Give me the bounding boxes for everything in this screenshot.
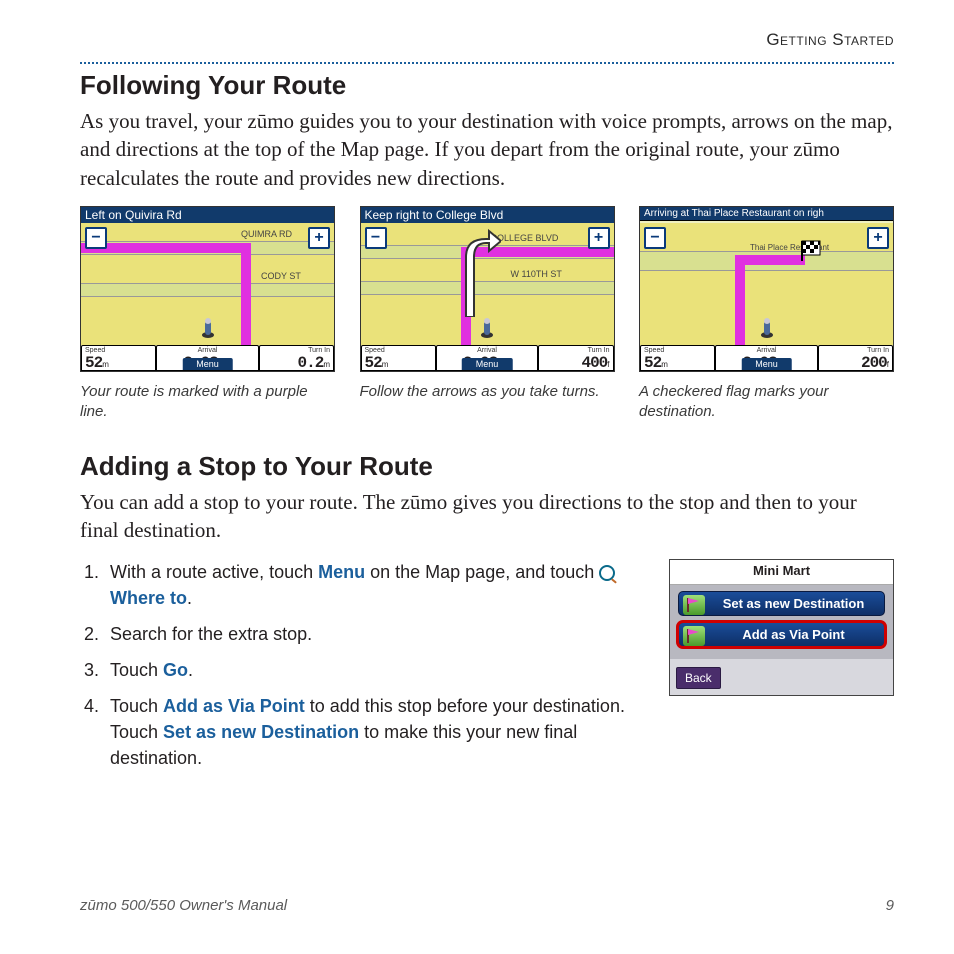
vehicle-icon	[199, 317, 217, 341]
speed-label: Speed	[85, 347, 152, 354]
arrival-readout[interactable]: Arrival 2:03P M Menu	[156, 345, 258, 371]
direction-banner: Arriving at Thai Place Restaurant on rig…	[640, 207, 893, 221]
screenshot-col-3: Arriving at Thai Place Restaurant on rig…	[639, 206, 894, 421]
menu-button[interactable]: Menu	[182, 358, 233, 370]
speed-readout[interactable]: Speed 52m	[81, 345, 156, 371]
zoom-in-button[interactable]: +	[867, 227, 889, 249]
keyword-menu: Menu	[318, 562, 365, 582]
map-screenshot-2: Keep right to College Blvd COLLEGE BLVD …	[360, 206, 615, 372]
vehicle-icon	[478, 317, 496, 341]
direction-banner: Keep right to College Blvd	[361, 207, 614, 224]
keyword-go: Go	[163, 660, 188, 680]
set-destination-button[interactable]: Set as new Destination	[678, 591, 885, 616]
turn-arrow-icon	[441, 227, 501, 317]
button-label: Add as Via Point	[742, 627, 844, 642]
screenshot-row: Left on Quivira Rd QUIMRA RD CODY ST − +…	[80, 206, 894, 421]
caption-2: Follow the arrows as you take turns.	[360, 382, 615, 402]
speed-unit: m	[661, 360, 668, 369]
popup-screenshot: Mini Mart Set as new Destination Add as …	[669, 559, 894, 696]
step-1: With a route active, touch Menu on the M…	[104, 559, 649, 611]
menu-button[interactable]: Menu	[741, 358, 792, 370]
button-label: Set as new Destination	[723, 596, 865, 611]
arrival-readout[interactable]: Arrival 2:03P M Menu	[715, 345, 817, 371]
manual-title: zūmo 500/550 Owner's Manual	[80, 897, 287, 914]
speed-value: 52	[85, 354, 102, 372]
add-via-point-button[interactable]: Add as Via Point	[678, 622, 885, 647]
body-paragraph-1: As you travel, your zūmo guides you to y…	[80, 107, 894, 192]
screenshot-col-2: Keep right to College Blvd COLLEGE BLVD …	[360, 206, 615, 421]
road-label: W 110TH ST	[511, 269, 562, 279]
direction-banner: Left on Quivira Rd	[81, 207, 334, 224]
heading-adding-stop: Adding a Stop to Your Route	[80, 451, 894, 482]
turn-value: 0.2	[298, 354, 324, 372]
arrival-label: Arrival	[160, 347, 254, 354]
turn-readout[interactable]: Turn In 0.2m	[259, 345, 334, 371]
road-label: CODY ST	[261, 271, 301, 281]
road-label: COLLEGE BLVD	[491, 233, 559, 243]
turn-label: Turn In	[542, 347, 609, 354]
turn-unit: m	[323, 360, 330, 369]
divider	[80, 62, 894, 64]
steps-list: With a route active, touch Menu on the M…	[104, 559, 649, 772]
step-text: With a route active, touch	[110, 562, 318, 582]
step-text: .	[187, 588, 192, 608]
heading-following-route: Following Your Route	[80, 70, 894, 101]
zoom-out-button[interactable]: −	[644, 227, 666, 249]
vehicle-icon	[758, 317, 776, 341]
step-4: Touch Add as Via Point to add this stop …	[104, 693, 649, 771]
flag-green-icon	[683, 595, 705, 615]
speed-readout[interactable]: Speed 52m	[640, 345, 715, 371]
step-text: Touch	[110, 660, 163, 680]
turn-unit: f	[887, 360, 889, 369]
zoom-out-button[interactable]: −	[365, 227, 387, 249]
step-text: on the Map page, and touch	[365, 562, 599, 582]
caption-1: Your route is marked with a purple line.	[80, 382, 335, 421]
turn-label: Turn In	[822, 347, 889, 354]
turn-readout[interactable]: Turn In 200f	[818, 345, 893, 371]
flag-green-icon	[683, 626, 705, 646]
keyword-via-point: Add as Via Point	[163, 696, 305, 716]
caption-3: A checkered flag marks your destination.	[639, 382, 894, 421]
zoom-in-button[interactable]: +	[588, 227, 610, 249]
turn-readout[interactable]: Turn In 400f	[538, 345, 613, 371]
speed-value: 52	[644, 354, 661, 372]
back-button[interactable]: Back	[676, 667, 721, 689]
turn-unit: f	[607, 360, 609, 369]
speed-label: Speed	[365, 347, 432, 354]
road-label: QUIMRA RD	[241, 229, 292, 239]
screenshot-col-1: Left on Quivira Rd QUIMRA RD CODY ST − +…	[80, 206, 335, 421]
keyword-set-destination: Set as new Destination	[163, 722, 359, 742]
arrival-label: Arrival	[440, 347, 534, 354]
step-text: .	[188, 660, 193, 680]
page-number: 9	[886, 897, 894, 914]
speed-unit: m	[382, 360, 389, 369]
speed-unit: m	[102, 360, 109, 369]
speed-value: 52	[365, 354, 382, 372]
map-screenshot-1: Left on Quivira Rd QUIMRA RD CODY ST − +…	[80, 206, 335, 372]
step-2: Search for the extra stop.	[104, 621, 649, 647]
speed-readout[interactable]: Speed 52m	[361, 345, 436, 371]
turn-value: 400	[581, 354, 607, 372]
speed-label: Speed	[644, 347, 711, 354]
turn-value: 200	[861, 354, 887, 372]
keyword-where-to: Where to	[110, 588, 187, 608]
section-header: Getting Started	[80, 30, 894, 50]
map-screenshot-3: Arriving at Thai Place Restaurant on rig…	[639, 206, 894, 372]
step-text: Touch	[110, 696, 163, 716]
zoom-out-button[interactable]: −	[85, 227, 107, 249]
zoom-in-button[interactable]: +	[308, 227, 330, 249]
magnifier-icon	[599, 565, 615, 581]
arrival-readout[interactable]: Arrival 2:03P M Menu	[436, 345, 538, 371]
checkered-flag-icon	[800, 239, 822, 261]
arrival-label: Arrival	[719, 347, 813, 354]
page-footer: zūmo 500/550 Owner's Manual 9	[80, 897, 894, 914]
step-3: Touch Go.	[104, 657, 649, 683]
menu-button[interactable]: Menu	[462, 358, 513, 370]
body-paragraph-2: You can add a stop to your route. The zū…	[80, 488, 894, 545]
popup-title: Mini Mart	[670, 560, 893, 585]
turn-label: Turn In	[263, 347, 330, 354]
